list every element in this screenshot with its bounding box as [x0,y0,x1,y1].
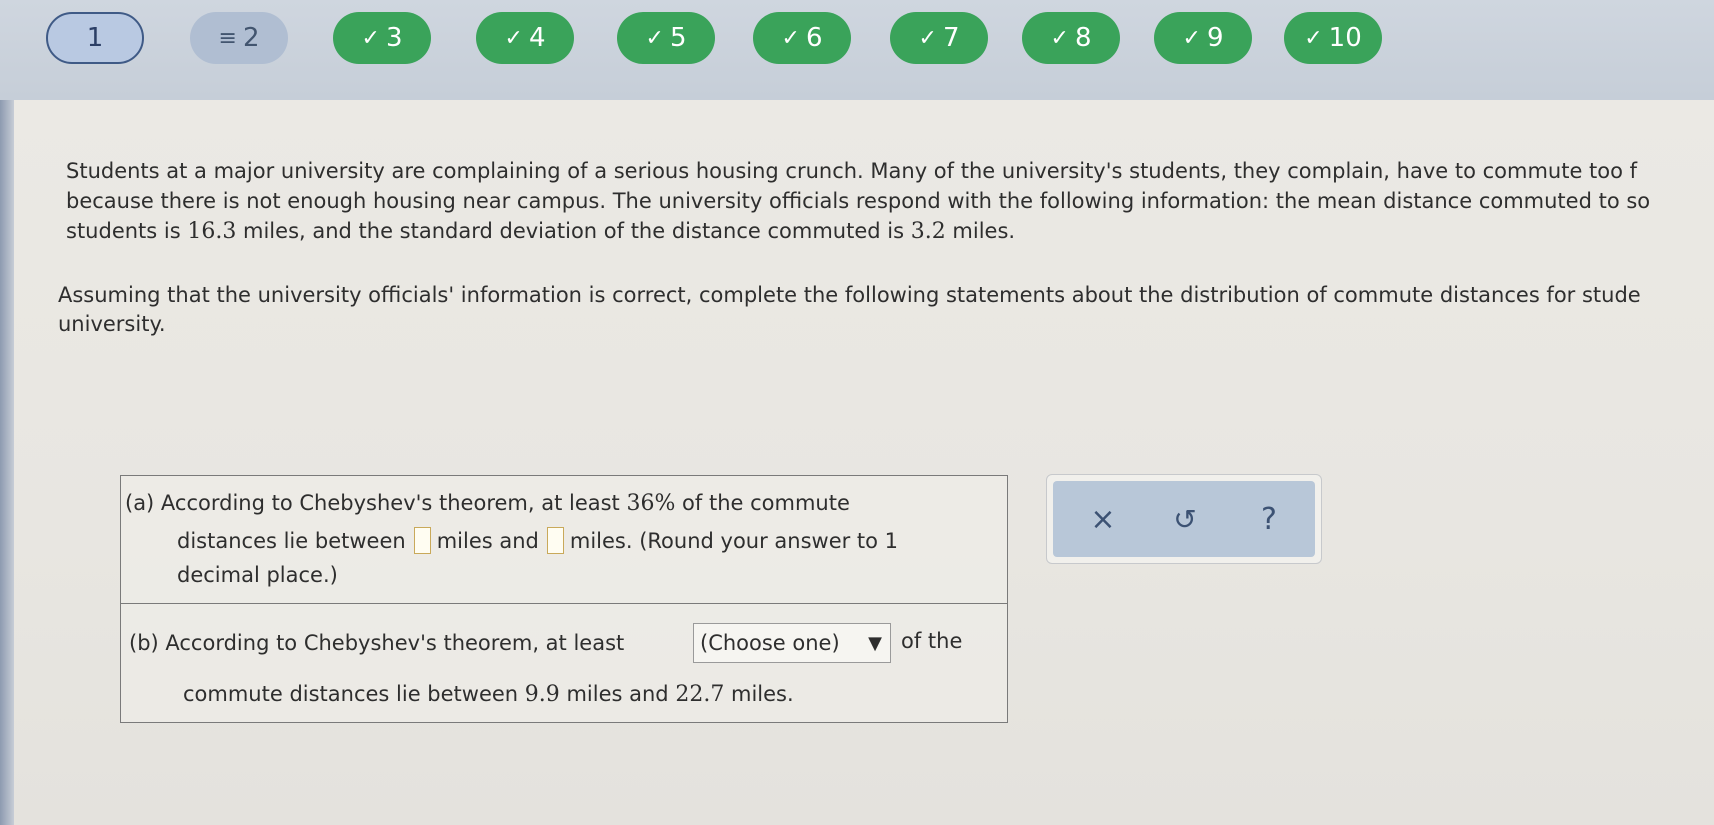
check-icon: ✓ [918,25,937,51]
partial-icon: ≡ [218,25,237,51]
nav-question-3[interactable]: ✓ 3 [333,12,431,64]
percent-dropdown[interactable]: (Choose one) ▼ [693,623,891,663]
part-a-line-2: distances lie between miles and miles. (Ro… [177,526,898,556]
problem-line-3: students is 16.3 miles, and the standard… [66,216,1714,247]
nav-label: 1 [86,23,104,53]
nav-question-4[interactable]: ✓ 4 [476,12,574,64]
nav-label: 10 [1328,23,1362,53]
check-icon: ✓ [1182,25,1201,51]
nav-question-9[interactable]: ✓ 9 [1154,12,1252,64]
nav-question-7[interactable]: ✓ 7 [890,12,988,64]
text: miles and [436,529,539,553]
nav-label: 5 [669,23,687,53]
tool-panel-inner: × ↺ ? [1053,481,1315,557]
sd-value: 3.2 [910,219,946,244]
text: distances lie between [177,529,406,553]
clear-button[interactable]: × [1083,499,1123,539]
question-nav-bar: 1 ≡ 2 ✓ 3 ✓ 4 ✓ 5 ✓ 6 ✓ 7 ✓ 8 ✓ 9 ✓ 10 [0,0,1714,100]
text: commute distances lie between [183,682,525,706]
nav-label: 8 [1074,23,1092,53]
problem-line-2: because there is not enough housing near… [66,189,1651,213]
check-icon: ✓ [781,25,800,51]
upper-bound-input[interactable] [546,527,564,554]
tool-panel: × ↺ ? [1046,474,1322,564]
nav-label: 9 [1206,23,1224,53]
check-icon: ✓ [1304,25,1323,51]
text: miles. [945,219,1016,243]
dropdown-label: (Choose one) [700,631,840,655]
nav-label: 7 [942,23,960,53]
check-icon: ✓ [1050,25,1069,51]
nav-question-8[interactable]: ✓ 8 [1022,12,1120,64]
nav-question-5[interactable]: ✓ 5 [617,12,715,64]
text: miles, and the standard deviation of the… [236,219,911,243]
left-edge [0,100,14,825]
instruction-line-1: Assuming that the university officials' … [58,283,1641,307]
answer-table: (a) According to Chebyshev's theorem, at… [120,475,1008,723]
part-b-line-1b: of the [901,629,963,653]
text: miles. [724,682,794,706]
problem-line-1: Students at a major university are compl… [66,159,1638,183]
question-content: Students at a major university are compl… [14,100,1714,825]
nav-question-10[interactable]: ✓ 10 [1284,12,1382,64]
part-b-line-1a: (b) According to Chebyshev's theorem, at… [129,631,625,655]
check-icon: ✓ [645,25,664,51]
nav-label: 6 [805,23,823,53]
part-b-line-2: commute distances lie between 9.9 miles … [183,679,794,710]
part-a-line-1: (a) According to Chebyshev's theorem, at… [125,488,850,519]
text: (a) According to Chebyshev's theorem, at… [125,491,627,515]
text: of the commute [675,491,850,515]
undo-button[interactable]: ↺ [1165,499,1205,539]
dropdown-arrow-icon: ▼ [868,632,882,654]
nav-question-6[interactable]: ✓ 6 [753,12,851,64]
part-a-line-3: decimal place.) [177,563,338,587]
percent-value: 36% [626,491,676,516]
text: miles. (Round your answer to 1 [569,529,899,553]
low-value: 9.9 [524,682,560,707]
nav-label: 2 [242,23,260,53]
text: students is [66,219,188,243]
text: miles and [559,682,676,706]
help-icon: ? [1261,501,1277,537]
check-icon: ✓ [361,25,380,51]
close-icon: × [1090,501,1116,537]
check-icon: ✓ [504,25,523,51]
undo-icon: ↺ [1173,502,1197,536]
row-divider [121,603,1007,604]
lower-bound-input[interactable] [413,527,431,554]
help-button[interactable]: ? [1249,499,1289,539]
nav-label: 4 [528,23,546,53]
nav-question-2[interactable]: ≡ 2 [190,12,288,64]
high-value: 22.7 [675,682,725,707]
nav-question-1[interactable]: 1 [46,12,144,64]
nav-label: 3 [385,23,403,53]
mean-value: 16.3 [187,219,237,244]
instruction-line-2: university. [58,312,166,336]
